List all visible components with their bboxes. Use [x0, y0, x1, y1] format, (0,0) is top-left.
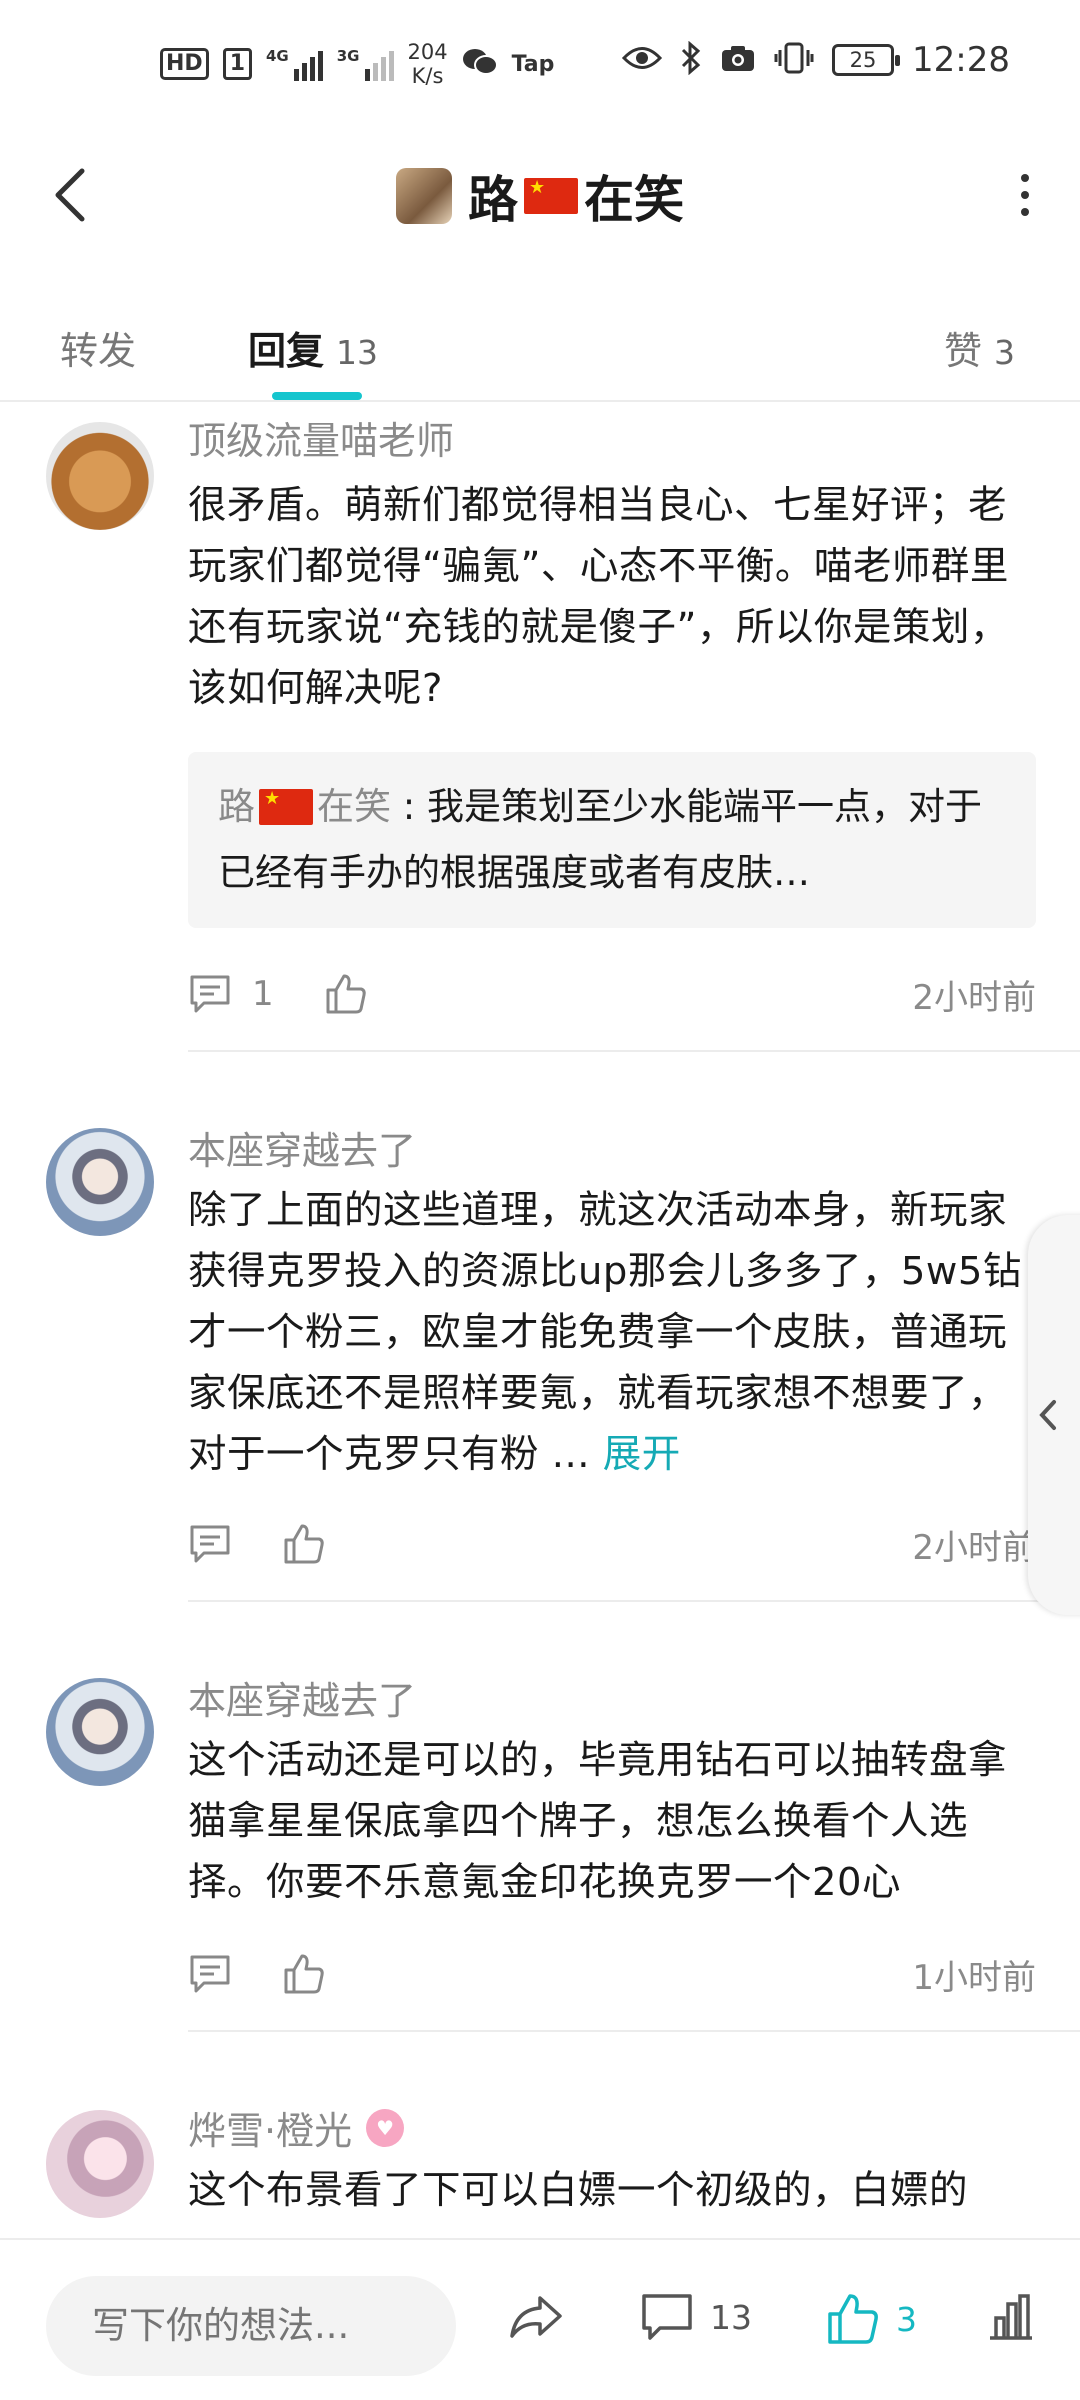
reply-button[interactable]	[188, 1523, 232, 1565]
reply-button[interactable]: 1	[188, 973, 274, 1015]
status-right: 25 12:28	[621, 40, 1010, 80]
stats-icon	[990, 2294, 1032, 2340]
like-button[interactable]	[324, 972, 368, 1016]
tap-icon: Tap	[511, 51, 555, 77]
comment-count: 13	[710, 2297, 752, 2337]
avatar[interactable]	[46, 1678, 154, 1786]
comment-text[interactable]: 这个活动还是可以的，毕竟用钻石可以抽转盘拿猫拿星星保底拿四个牌子，想怎么换看个人…	[188, 1730, 1028, 1913]
comment-icon	[190, 1525, 230, 1563]
tab-like[interactable]: 赞 3	[944, 320, 1015, 375]
tab-reply[interactable]: 回复 13	[248, 320, 378, 375]
like-count: 3	[994, 333, 1016, 372]
bluetooth-icon	[680, 40, 702, 79]
clock: 12:28	[912, 40, 1010, 80]
wechat-icon	[462, 47, 498, 81]
camera-icon	[720, 43, 756, 77]
like-button[interactable]: 3	[826, 2292, 917, 2346]
comment-username[interactable]: 烨雪·橙光 ♥	[188, 2100, 405, 2155]
like-button[interactable]	[282, 1952, 326, 1996]
more-icon	[1021, 174, 1029, 182]
battery-indicator: 25	[832, 44, 901, 76]
top-app-bar: 路 在笑	[0, 130, 1080, 260]
tab-bar: 转发 回复 13 赞 3	[0, 280, 1080, 402]
avatar[interactable]	[46, 1128, 154, 1236]
signal-3g-icon: 3G	[337, 47, 394, 81]
divider	[188, 1050, 1080, 1052]
network-speed: 204 K/s	[407, 40, 448, 88]
china-flag-icon	[259, 789, 313, 825]
comment-actions: 2小时前	[188, 1514, 1036, 1574]
thumb-up-icon	[284, 1954, 324, 1994]
expand-link[interactable]: 展开	[603, 1432, 681, 1477]
eye-icon	[621, 45, 663, 75]
like-button[interactable]	[282, 1522, 326, 1566]
author-avatar[interactable]	[396, 168, 452, 224]
share-button[interactable]	[508, 2292, 564, 2342]
reply-button[interactable]	[188, 1953, 232, 1995]
comment-text[interactable]: 这个布景看了下可以白嫖一个初级的，白嫖的	[188, 2160, 1028, 2221]
comment-time: 2小时前	[912, 977, 1036, 1018]
author-name[interactable]: 路 在笑	[468, 160, 684, 232]
like-count: 3	[896, 2299, 917, 2339]
quoted-reply[interactable]: 路在笑 : 我是策划至少水能端平一点，对于已经有手办的根据强度或者有皮肤…	[188, 752, 1036, 928]
comments-button[interactable]: 13	[640, 2292, 752, 2342]
reply-count: 13	[336, 333, 379, 372]
hd-badge: HD	[160, 48, 209, 80]
bottom-action-bar: 13 3	[0, 2238, 1080, 2400]
share-icon	[510, 2296, 562, 2338]
comment-icon	[190, 1955, 230, 1993]
comment-actions: 1 2小时前	[188, 964, 1036, 1024]
comment-username[interactable]: 本座穿越去了	[188, 1670, 416, 1725]
status-bar: HD 1 4G 3G 204 K/s Tap 25 12:28	[0, 0, 1080, 130]
comment-input[interactable]	[46, 2276, 456, 2376]
china-flag-icon	[524, 178, 578, 214]
comment-text[interactable]: 很矛盾。萌新们都觉得相当良心、七星好评；老玩家们都觉得“骗氪”、心态不平衡。喵老…	[188, 475, 1028, 719]
active-tab-indicator	[272, 392, 362, 400]
comment-actions: 1小时前	[188, 1944, 1036, 2004]
user-badge-icon: ♥	[366, 2108, 405, 2147]
page-title[interactable]: 路 在笑	[0, 160, 1080, 232]
sim-indicator: 1	[222, 48, 252, 80]
avatar[interactable]	[46, 2110, 154, 2218]
vibrate-icon	[774, 42, 814, 78]
stats-button[interactable]	[986, 2292, 1036, 2342]
tab-repost[interactable]: 转发	[60, 320, 136, 375]
thumb-up-icon	[326, 974, 366, 1014]
comment-time: 2小时前	[912, 1527, 1036, 1568]
comment-time: 1小时前	[912, 1957, 1036, 1998]
thumb-up-icon	[828, 2294, 878, 2344]
comment-icon	[642, 2294, 692, 2340]
reply-count: 1	[252, 974, 274, 1014]
comment-username[interactable]: 顶级流量喵老师	[188, 410, 454, 465]
status-left: HD 1 4G 3G 204 K/s Tap	[160, 40, 554, 88]
comment-username[interactable]: 本座穿越去了	[188, 1120, 416, 1175]
more-options-button[interactable]	[1000, 160, 1050, 230]
chevron-left-icon	[1039, 1400, 1056, 1430]
avatar[interactable]	[46, 422, 154, 530]
quote-author[interactable]: 路在笑	[218, 774, 391, 840]
comment-icon	[190, 975, 230, 1013]
comment-text[interactable]: 除了上面的这些道理，就这次活动本身，新玩家获得克罗投入的资源比up那会儿多多了，…	[188, 1180, 1028, 1485]
side-panel-handle[interactable]	[1028, 1215, 1080, 1615]
divider	[188, 1600, 1080, 1602]
signal-4g-icon: 4G	[266, 47, 323, 81]
divider	[188, 2030, 1080, 2032]
thumb-up-icon	[284, 1524, 324, 1564]
